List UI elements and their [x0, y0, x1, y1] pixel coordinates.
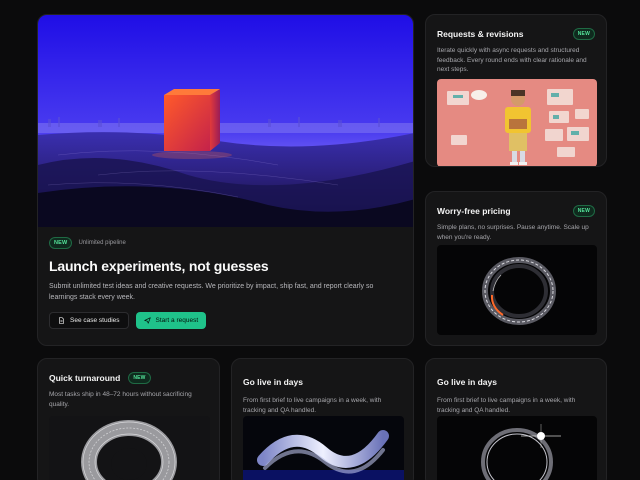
- pricing-card: Worry-free pricing NEW Simple plans, no …: [425, 191, 607, 346]
- new-badge: NEW: [572, 205, 595, 217]
- hero-card: NEW Unlimited pipeline Launch experiment…: [37, 14, 414, 346]
- new-badge: NEW: [49, 237, 73, 249]
- pricing-title: Worry-free pricing: [437, 206, 511, 216]
- quick-description: Most tasks ship in 48–72 hours without s…: [49, 391, 192, 408]
- quick-turnaround-card: Quick turnaround NEW Most tasks ship in …: [37, 358, 220, 480]
- new-badge: NEW: [128, 372, 151, 384]
- live-title: Go live in days: [243, 377, 303, 387]
- hero-description: Submit unlimited test ideas and creative…: [49, 283, 374, 301]
- hero-title: Launch experiments, not guesses: [49, 258, 269, 274]
- live-title: Go live in days: [437, 377, 497, 387]
- live-ring-image: [437, 416, 597, 480]
- new-badge: NEW: [572, 28, 595, 40]
- hero-image: [38, 15, 413, 227]
- go-live-card: Go live in days From first brief to live…: [231, 358, 414, 480]
- requests-card: Requests & revisions NEW Iterate quickly…: [425, 14, 607, 167]
- requests-description: Iterate quickly with async requests and …: [437, 47, 587, 73]
- see-case-studies-button[interactable]: See case studies: [49, 312, 129, 329]
- go-live-card: Go live in days From first brief to live…: [425, 358, 607, 480]
- quick-title: Quick turnaround: [49, 373, 121, 383]
- quick-torus-image: [49, 416, 210, 480]
- live-wave-image: [243, 416, 404, 480]
- pricing-description: Simple plans, no surprises. Pause anytim…: [437, 224, 589, 241]
- requests-title: Requests & revisions: [437, 29, 524, 39]
- hero-meta: Unlimited pipeline: [78, 240, 126, 246]
- start-request-label: Start a request: [155, 317, 199, 324]
- pricing-ring-image: [437, 245, 597, 335]
- requests-illustration: [437, 79, 597, 166]
- send-icon: [143, 317, 151, 324]
- live-description: From first brief to live campaigns in a …: [243, 397, 382, 414]
- see-case-studies-label: See case studies: [70, 317, 120, 324]
- document-icon: [59, 317, 64, 324]
- live-description: From first brief to live campaigns in a …: [437, 397, 576, 414]
- start-request-button[interactable]: Start a request: [135, 312, 207, 329]
